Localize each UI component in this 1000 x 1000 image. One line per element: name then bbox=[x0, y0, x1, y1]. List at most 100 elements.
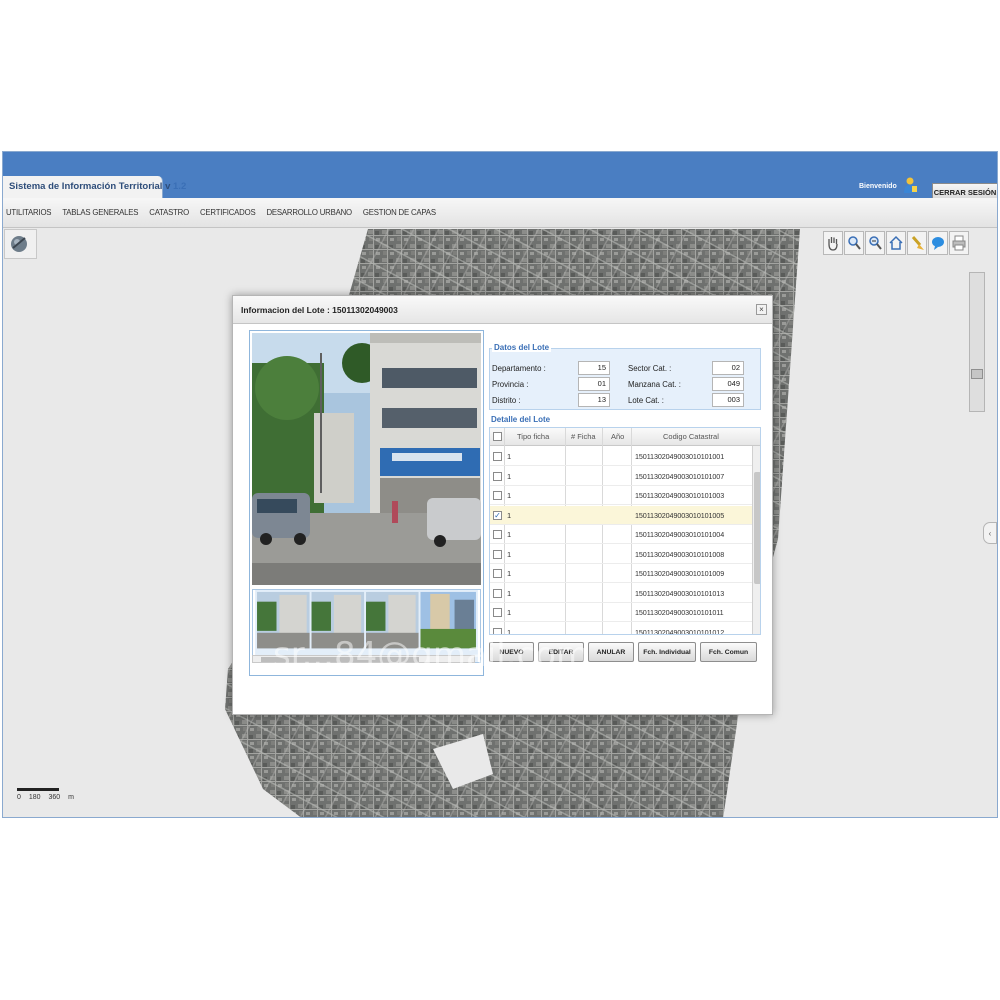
thumbnail-1[interactable] bbox=[257, 591, 310, 649]
manzana-label: Manzana Cat. : bbox=[628, 380, 681, 389]
lot-info-dialog: Informacion del Lote : 15011302049003 × bbox=[232, 295, 773, 715]
grid-scrollbar[interactable] bbox=[752, 446, 760, 634]
print-tool[interactable] bbox=[949, 231, 969, 255]
globe-icon bbox=[11, 236, 27, 252]
row-checkbox[interactable] bbox=[493, 471, 502, 481]
table-row[interactable]: 1 15011302049003010101011 bbox=[490, 603, 752, 622]
distrito-label: Distrito : bbox=[492, 396, 521, 405]
thumbnail-3[interactable] bbox=[366, 591, 419, 649]
main-menu: UTILITARIOS TABLAS GENERALES CATASTRO CE… bbox=[3, 198, 997, 228]
user-icon bbox=[904, 177, 917, 193]
row-codigo-catastral: 15011302049003010101007 bbox=[635, 471, 725, 481]
row-codigo-catastral: 15011302049003010101011 bbox=[635, 608, 724, 617]
table-row[interactable]: 1 15011302049003010101013 bbox=[490, 584, 752, 603]
table-row[interactable]: 1 15011302049003010101003 bbox=[490, 486, 752, 505]
detalle-grid: Tipo ficha # Ficha Año Codigo Catastral … bbox=[489, 427, 761, 635]
zoom-in-tool[interactable] bbox=[844, 231, 864, 255]
zoom-out-tool[interactable] bbox=[865, 231, 885, 255]
action-buttons: NUEVO EDITAR ANULAR Fch. Individual Fch.… bbox=[489, 642, 761, 662]
editar-button[interactable]: EDITAR bbox=[538, 642, 584, 662]
departamento-field[interactable]: 15 bbox=[578, 361, 610, 375]
speech-bubble-icon bbox=[932, 237, 944, 250]
menu-item-catastro[interactable]: CATASTRO bbox=[149, 208, 189, 217]
home-tool[interactable] bbox=[886, 231, 906, 255]
layers-tool[interactable] bbox=[4, 229, 37, 259]
lot-photo[interactable] bbox=[252, 333, 481, 585]
menu-item-tablas-generales[interactable]: TABLAS GENERALES bbox=[62, 208, 138, 217]
row-checkbox[interactable] bbox=[493, 549, 502, 559]
zoom-slider-handle[interactable] bbox=[971, 369, 983, 379]
app-title-tab[interactable]: Sistema de Información Territorial v 1.2 bbox=[3, 176, 186, 198]
row-checkbox[interactable] bbox=[493, 491, 502, 500]
scale-bar: 0 180 360 m bbox=[17, 788, 74, 801]
row-checkbox[interactable] bbox=[493, 588, 502, 598]
provincia-field[interactable]: 01 bbox=[578, 377, 610, 391]
collapse-panel-tab[interactable]: ‹ bbox=[983, 522, 997, 544]
row-codigo-catastral: 15011302049003010101012 bbox=[635, 627, 725, 635]
col-tipo-ficha[interactable]: Tipo ficha bbox=[517, 432, 549, 441]
row-tipo-ficha: 1 bbox=[507, 569, 512, 578]
ficha-individual-button[interactable]: Fch. Individual bbox=[638, 642, 696, 662]
row-tipo-ficha: 1 bbox=[507, 471, 512, 481]
provincia-label: Provincia : bbox=[492, 380, 529, 389]
col-codigo-catastral[interactable]: Codigo Catastral bbox=[663, 432, 719, 441]
thumbnail-2[interactable] bbox=[311, 591, 365, 649]
hand-icon bbox=[828, 237, 838, 251]
row-codigo-catastral: 15011302049003010101013 bbox=[635, 588, 725, 598]
col-num-ficha[interactable]: # Ficha bbox=[571, 432, 596, 441]
datos-del-lote-fieldset: Datos del Lote Departamento : 15 Provinc… bbox=[489, 343, 761, 410]
departamento-label: Departamento : bbox=[492, 364, 546, 373]
row-checkbox[interactable] bbox=[493, 452, 502, 461]
grid-scroll-thumb[interactable] bbox=[754, 472, 760, 584]
row-checkbox[interactable]: ✓ bbox=[493, 510, 502, 520]
nuevo-button[interactable]: NUEVO bbox=[489, 642, 534, 662]
menu-item-desarrollo-urbano[interactable]: DESARROLLO URBANO bbox=[266, 208, 352, 217]
thumbnail-scrollbar[interactable] bbox=[252, 655, 475, 663]
table-row[interactable]: 1 15011302049003010101009 bbox=[490, 564, 752, 583]
menu-item-certificados[interactable]: CERTIFICADOS bbox=[200, 208, 256, 217]
row-tipo-ficha: 1 bbox=[507, 549, 512, 559]
row-tipo-ficha: 1 bbox=[507, 608, 512, 617]
close-icon[interactable]: × bbox=[756, 304, 767, 315]
menu-item-utilitarios[interactable]: UTILITARIOS bbox=[6, 208, 52, 217]
row-checkbox[interactable] bbox=[493, 569, 502, 578]
table-row[interactable]: 1 15011302049003010101012 bbox=[490, 623, 752, 635]
photo-thumbnails[interactable] bbox=[252, 589, 481, 663]
table-row[interactable]: 1 15011302049003010101007 bbox=[490, 467, 752, 486]
row-checkbox[interactable] bbox=[493, 608, 502, 617]
manzana-field[interactable]: 049 bbox=[712, 377, 744, 391]
clear-tool[interactable] bbox=[907, 231, 927, 255]
table-row[interactable]: 1 15011302049003010101001 bbox=[490, 447, 752, 466]
welcome-label: Bienvenido bbox=[859, 183, 897, 190]
detalle-del-lote-legend: Detalle del Lote bbox=[489, 415, 553, 424]
info-tool[interactable] bbox=[928, 231, 948, 255]
ficha-comun-button[interactable]: Fch. Comun bbox=[700, 642, 757, 662]
table-row[interactable]: ✓ 1 15011302049003010101005 bbox=[490, 505, 752, 525]
row-codigo-catastral: 15011302049003010101003 bbox=[635, 491, 725, 500]
row-tipo-ficha: 1 bbox=[507, 491, 512, 500]
thumbnail-4[interactable] bbox=[420, 591, 476, 649]
pan-tool[interactable] bbox=[823, 231, 843, 255]
zoom-slider[interactable] bbox=[969, 272, 985, 412]
table-row[interactable]: 1 15011302049003010101008 bbox=[490, 545, 752, 564]
anular-button[interactable]: ANULAR bbox=[588, 642, 634, 662]
dialog-header[interactable]: Informacion del Lote : 15011302049003 × bbox=[233, 296, 772, 324]
thumbnail-scroll-thumb[interactable] bbox=[261, 657, 419, 662]
row-codigo-catastral: 15011302049003010101001 bbox=[635, 452, 725, 461]
sector-field[interactable]: 02 bbox=[712, 361, 744, 375]
select-all-checkbox[interactable] bbox=[493, 432, 502, 441]
brush-icon bbox=[911, 236, 924, 250]
row-checkbox[interactable] bbox=[493, 530, 502, 539]
app-window: Sistema de Información Territorial v 1.2… bbox=[2, 151, 998, 818]
row-tipo-ficha: 1 bbox=[507, 452, 512, 461]
lote-label: Lote Cat. : bbox=[628, 396, 664, 405]
table-row[interactable]: 1 15011302049003010101004 bbox=[490, 525, 752, 544]
lote-field[interactable]: 003 bbox=[712, 393, 744, 407]
menu-item-gestion-de-capas[interactable]: GESTION DE CAPAS bbox=[363, 208, 436, 217]
col-anio[interactable]: Año bbox=[611, 432, 624, 441]
chevron-left-icon: ‹ bbox=[988, 528, 992, 538]
distrito-field[interactable]: 13 bbox=[578, 393, 610, 407]
photo-panel bbox=[249, 330, 484, 676]
row-checkbox[interactable] bbox=[493, 627, 502, 634]
row-tipo-ficha: 1 bbox=[507, 627, 512, 635]
